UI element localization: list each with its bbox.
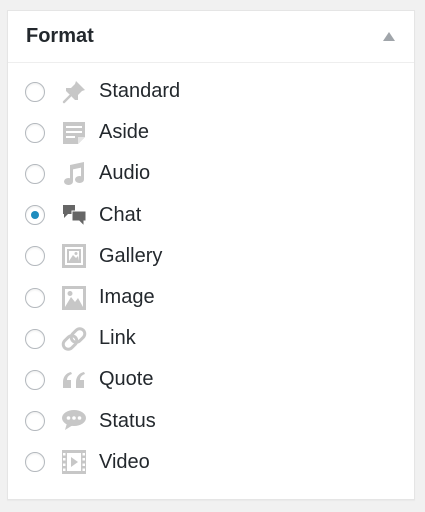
format-label-gallery: Gallery — [99, 244, 163, 267]
format-radio-video[interactable] — [25, 452, 45, 473]
pin-icon — [60, 78, 88, 106]
format-option-audio[interactable]: Audio — [8, 153, 414, 194]
format-list: Standard Aside Audio Chat Gallery Image … — [8, 63, 414, 483]
format-label-standard: Standard — [99, 80, 181, 103]
format-label-quote: Quote — [99, 368, 154, 391]
panel-title: Format — [26, 25, 94, 47]
format-option-quote[interactable]: Quote — [8, 359, 414, 400]
format-label-chat: Chat — [99, 203, 142, 226]
format-label-video: Video — [99, 450, 150, 473]
format-option-gallery[interactable]: Gallery — [8, 236, 414, 277]
format-option-standard[interactable]: Standard — [8, 71, 414, 112]
format-option-image[interactable]: Image — [8, 277, 414, 318]
quote-icon — [60, 366, 88, 394]
video-icon — [60, 448, 88, 476]
gallery-icon — [60, 242, 88, 270]
format-label-status: Status — [99, 409, 156, 432]
format-radio-aside[interactable] — [25, 122, 45, 143]
radio-checked-dot — [31, 211, 39, 220]
format-label-audio: Audio — [99, 162, 151, 185]
format-radio-link[interactable] — [25, 328, 45, 349]
aside-icon — [60, 119, 88, 147]
format-panel: Format Standard Aside Audio Chat Gallery… — [7, 10, 415, 500]
music-note-icon — [60, 160, 88, 188]
format-radio-quote[interactable] — [25, 369, 45, 390]
triangle-up-icon[interactable] — [382, 30, 396, 44]
image-icon — [60, 284, 88, 312]
format-radio-status[interactable] — [25, 411, 45, 432]
format-label-aside: Aside — [99, 121, 150, 144]
format-radio-audio[interactable] — [25, 163, 45, 184]
link-icon — [60, 325, 88, 353]
format-radio-gallery[interactable] — [25, 246, 45, 267]
panel-header[interactable]: Format — [8, 11, 414, 63]
format-label-link: Link — [99, 327, 136, 350]
format-option-link[interactable]: Link — [8, 318, 414, 359]
format-option-chat[interactable]: Chat — [8, 195, 414, 236]
format-option-status[interactable]: Status — [8, 401, 414, 442]
format-radio-image[interactable] — [25, 287, 45, 308]
format-radio-standard[interactable] — [25, 81, 45, 102]
format-option-aside[interactable]: Aside — [8, 112, 414, 153]
format-label-image: Image — [99, 286, 155, 309]
format-radio-chat[interactable] — [25, 205, 45, 226]
status-bubble-icon — [60, 407, 88, 435]
chat-bubbles-icon — [60, 201, 88, 229]
format-option-video[interactable]: Video — [8, 442, 414, 483]
